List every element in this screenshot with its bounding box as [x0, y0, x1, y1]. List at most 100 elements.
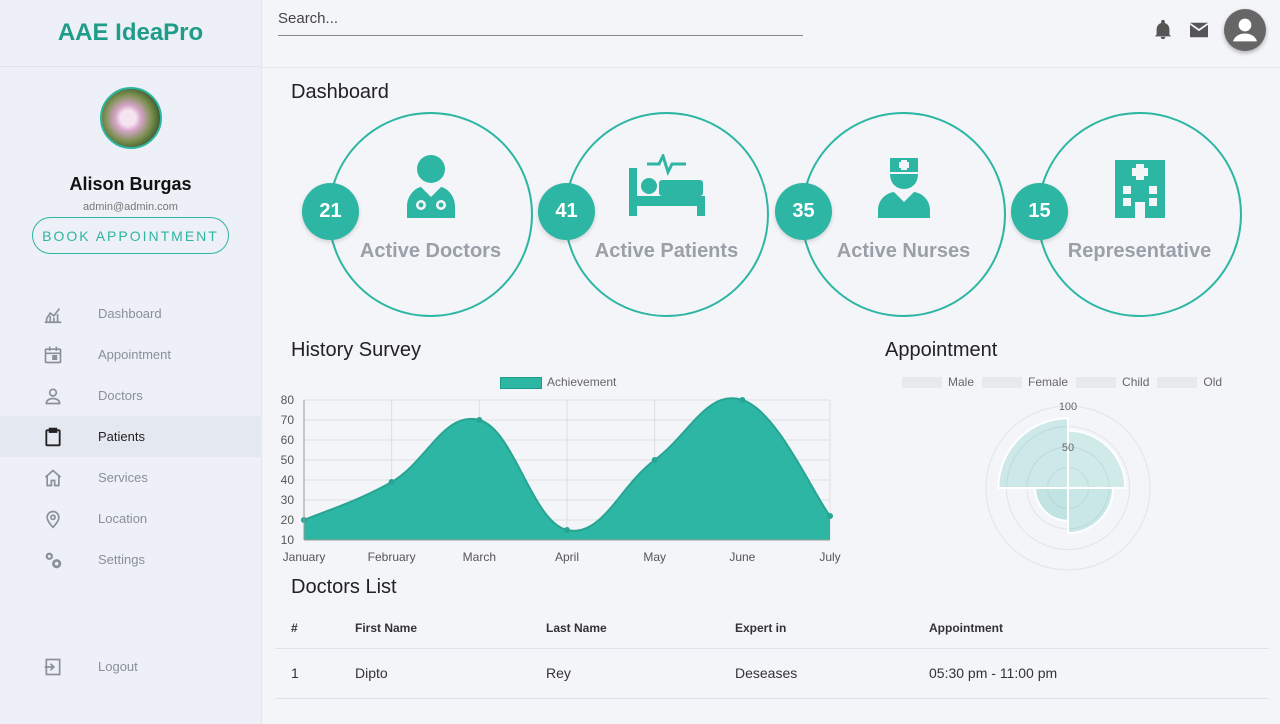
book-appointment-button[interactable]: BOOK APPOINTMENT	[32, 217, 229, 254]
person-icon	[42, 385, 64, 407]
legend-swatch	[982, 376, 1023, 388]
data-point	[827, 513, 833, 519]
legend-label: Old	[1203, 375, 1223, 389]
legend-swatch	[500, 376, 542, 389]
logout-label: Logout	[98, 659, 138, 674]
doctor-icon	[330, 154, 531, 218]
appointment-title: Appointment	[885, 339, 998, 361]
stat-active-nurses[interactable]: Active Nurses 35	[775, 112, 1006, 317]
clipboard-icon	[42, 426, 64, 448]
table-cell: Dipto	[355, 648, 546, 699]
profile-name: Alison Burgas	[69, 174, 192, 194]
data-point	[388, 479, 395, 485]
profile: Alison Burgas admin@admin.com BOOK APPOI…	[0, 67, 261, 254]
column-header: First Name	[355, 608, 546, 649]
profile-avatar	[99, 87, 162, 149]
legend-swatch	[1157, 376, 1198, 388]
x-tick-label: April	[555, 550, 579, 564]
sidebar-item-label: Patients	[98, 429, 145, 444]
column-header: Appointment	[929, 608, 1269, 649]
legend-label: Achievement	[547, 375, 617, 389]
y-tick-label: 50	[281, 453, 295, 467]
stat-label: Representative	[1067, 240, 1212, 262]
sidebar-item-settings[interactable]: Settings	[0, 539, 262, 580]
r-tick-label: 100	[1059, 401, 1077, 413]
legend-item-male[interactable]: Male	[902, 375, 974, 389]
legend-swatch	[1076, 376, 1117, 388]
r-tick-label: 50	[1062, 442, 1074, 454]
appointment-polar-chart: 50 100	[985, 401, 1151, 571]
data-point	[564, 527, 570, 533]
sidebar-item-appointment[interactable]: Appointment	[0, 334, 262, 375]
table-cell: 1	[275, 648, 355, 699]
nurse-icon	[803, 154, 1004, 218]
legend-item-child[interactable]: Child	[1076, 375, 1149, 389]
legend-item-old[interactable]: Old	[1157, 375, 1222, 389]
chart-icon	[42, 303, 64, 325]
y-tick-label: 30	[281, 493, 295, 507]
sidebar-nav: Dashboard Appointment Doctors Patients S…	[0, 293, 262, 580]
sidebar-item-location[interactable]: Location	[0, 498, 262, 539]
sidebar: AAE IdeaPro Alison Burgas admin@admin.co…	[0, 0, 262, 724]
legend-label: Child	[1122, 375, 1150, 389]
mail-icon[interactable]	[1188, 21, 1210, 39]
y-tick-label: 10	[281, 533, 295, 547]
data-point	[651, 457, 658, 463]
table-row[interactable]: 1 Dipto Rey Deseases 05:30 pm - 11:00 pm	[275, 648, 1269, 699]
polar-slice	[1067, 487, 1115, 535]
avatar-wrap	[1224, 9, 1266, 51]
column-header: #	[275, 608, 355, 649]
dashboard-title: Dashboard	[291, 81, 389, 103]
x-tick-label: March	[463, 550, 496, 564]
sidebar-item-label: Location	[98, 511, 148, 526]
stat-label: Active Patients	[594, 240, 739, 262]
legend-item-female[interactable]: Female	[982, 375, 1068, 389]
sidebar-item-label: Dashboard	[98, 306, 162, 321]
polar-slice	[997, 417, 1069, 489]
polar-slice	[1067, 429, 1127, 489]
calendar-icon	[42, 344, 64, 366]
table-cell: Deseases	[735, 648, 929, 699]
stat-count: 35	[775, 183, 832, 240]
y-tick-label: 80	[281, 393, 295, 407]
x-tick-label: February	[368, 550, 416, 564]
x-tick-label: July	[819, 550, 840, 564]
stat-label: Active Nurses	[836, 240, 971, 262]
stat-count: 21	[302, 183, 359, 240]
home-icon	[42, 467, 64, 489]
logout-section: Logout	[0, 646, 262, 687]
history-survey-title: History Survey	[291, 339, 422, 361]
table-cell: 05:30 pm - 11:00 pm	[929, 648, 1269, 699]
sidebar-item-doctors[interactable]: Doctors	[0, 375, 262, 416]
sidebar-item-patients[interactable]: Patients	[0, 416, 262, 457]
sidebar-item-dashboard[interactable]: Dashboard	[0, 293, 262, 334]
header-actions	[1138, 9, 1266, 51]
stat-active-patients[interactable]: Active Patients 41	[538, 112, 769, 317]
legend-label: Male	[948, 375, 975, 389]
brand: AAE IdeaPro	[0, 0, 261, 67]
column-header: Last Name	[546, 608, 735, 649]
user-avatar[interactable]	[1224, 9, 1266, 51]
stat-active-doctors[interactable]: Active Doctors 21	[302, 112, 533, 317]
data-point	[476, 417, 483, 423]
column-header: Expert in	[735, 608, 929, 649]
logout-button[interactable]: Logout	[0, 646, 262, 687]
profile-email: admin@admin.com	[83, 201, 178, 213]
stat-representative[interactable]: Representative 15	[1011, 112, 1242, 317]
sidebar-item-services[interactable]: Services	[0, 457, 262, 498]
search-input[interactable]	[278, 10, 803, 27]
sidebar-item-label: Appointment	[98, 347, 171, 362]
sidebar-item-label: Doctors	[98, 388, 143, 403]
x-tick-label: May	[643, 550, 666, 564]
table-header-row: # First Name Last Name Expert in Appoint…	[275, 608, 1269, 649]
bell-icon[interactable]	[1152, 19, 1174, 41]
brand-title[interactable]: AAE IdeaPro	[58, 19, 203, 47]
history-survey-chart: 10 20 30 40 50 60 70 80 January February March Apri…	[281, 393, 841, 564]
y-tick-label: 40	[281, 473, 295, 487]
search-bar	[278, 10, 803, 36]
polar-slice	[1034, 487, 1069, 522]
legend-label: Female	[1028, 375, 1069, 389]
stat-label: Active Doctors	[359, 240, 502, 262]
doctors-table: # First Name Last Name Expert in Appoint…	[275, 608, 1269, 699]
x-tick-label: June	[729, 550, 755, 564]
